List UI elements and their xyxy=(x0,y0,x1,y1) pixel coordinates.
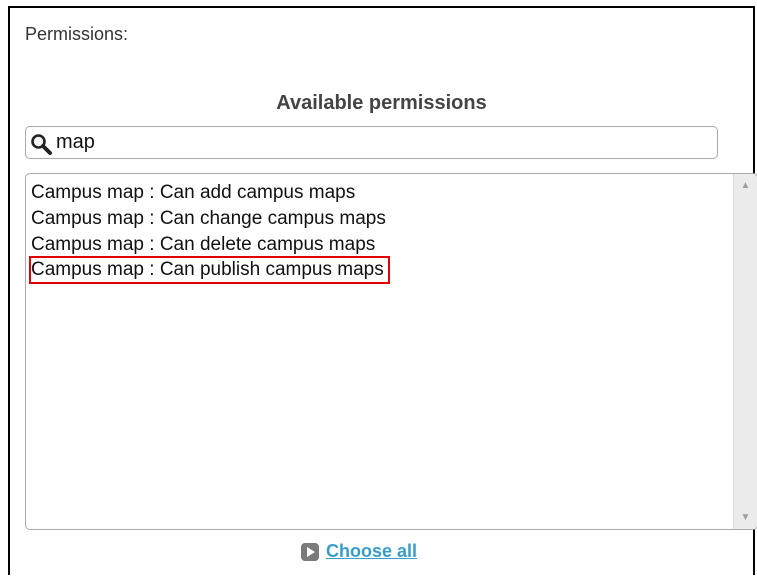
list-item-highlighted[interactable]: Campus map : Can publish campus maps xyxy=(29,256,390,284)
permissions-panel: Permissions: Available permissions Campu… xyxy=(8,6,757,575)
choose-all-control[interactable]: Choose all xyxy=(300,541,417,562)
scroll-up-arrow-icon[interactable]: ▲ xyxy=(734,180,757,191)
available-permissions-list[interactable]: Campus map : Can add campus maps Campus … xyxy=(25,173,757,530)
options-container: Campus map : Can add campus maps Campus … xyxy=(29,180,721,284)
list-item[interactable]: Campus map : Can add campus maps xyxy=(31,180,721,206)
list-item[interactable]: Campus map : Can delete campus maps xyxy=(31,232,721,258)
permission-filter-box[interactable] xyxy=(25,126,718,159)
scroll-down-arrow-icon[interactable]: ▼ xyxy=(734,512,757,523)
available-permissions-heading: Available permissions xyxy=(276,92,487,114)
search-icon xyxy=(31,134,52,155)
choose-all-link[interactable]: Choose all xyxy=(326,541,417,562)
permissions-label: Permissions: xyxy=(25,24,129,44)
permission-filter-input[interactable] xyxy=(56,130,706,155)
play-icon[interactable] xyxy=(300,542,320,562)
list-item[interactable]: Campus map : Can change campus maps xyxy=(31,206,721,232)
list-scrollbar[interactable]: ▲ ▼ xyxy=(733,174,757,529)
